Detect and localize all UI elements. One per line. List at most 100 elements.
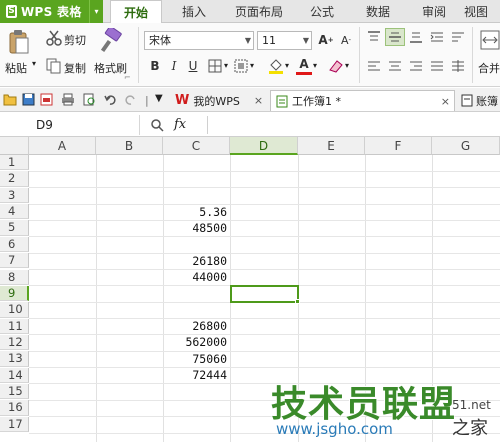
name-box[interactable]: D9	[0, 115, 140, 135]
print-icon[interactable]	[61, 93, 75, 106]
align-middle-icon[interactable]	[388, 31, 402, 43]
selected-cell-d9[interactable]	[230, 285, 299, 303]
merge-cells-icon[interactable]	[234, 59, 248, 73]
select-all-corner[interactable]	[0, 137, 29, 155]
cell-c14[interactable]: 72444	[163, 368, 230, 383]
tab-page-layout[interactable]: 页面布局	[224, 0, 294, 23]
format-painter-button[interactable]: 格式刷	[94, 60, 127, 76]
column-header-e[interactable]: E	[298, 137, 365, 155]
redo-icon[interactable]	[124, 93, 137, 106]
row-header[interactable]: 10	[0, 302, 29, 318]
row-header[interactable]: 16	[0, 400, 29, 416]
fill-color-dropdown-icon[interactable]: ▾	[285, 61, 289, 70]
cell-c7[interactable]: 26180	[163, 254, 230, 269]
merge-center-button[interactable]: 合并	[478, 60, 500, 76]
save-icon[interactable]	[22, 93, 35, 106]
row-header[interactable]: 1	[0, 155, 29, 171]
row-header[interactable]: 12	[0, 334, 29, 351]
insert-function-button[interactable]: fx	[174, 117, 186, 132]
cell-c4[interactable]: 5.36	[163, 205, 230, 220]
borders-dropdown-icon[interactable]: ▾	[224, 61, 228, 70]
zoom-search-icon[interactable]	[150, 118, 164, 132]
column-header-b[interactable]: B	[96, 137, 163, 155]
row-header[interactable]: 4	[0, 204, 29, 220]
column-header-c[interactable]: C	[163, 137, 230, 155]
underline-button[interactable]: U	[185, 58, 201, 74]
tab-insert[interactable]: 插入	[168, 0, 220, 23]
doc-tab-my-wps[interactable]: W 我的WPS ×	[172, 90, 268, 111]
fill-handle[interactable]	[295, 299, 300, 304]
fill-color-icon[interactable]	[268, 57, 284, 75]
align-left-icon[interactable]	[367, 60, 381, 72]
customize-dropdown-icon[interactable]: ▼	[155, 93, 163, 104]
copy-button[interactable]: 复制	[64, 60, 86, 76]
font-color-button[interactable]: A	[296, 56, 312, 72]
paste-icon[interactable]	[8, 29, 30, 55]
merge-cells-dropdown-icon[interactable]: ▾	[250, 61, 254, 70]
font-size-select[interactable]: 11 ▼	[257, 31, 312, 50]
align-center-icon[interactable]	[388, 60, 402, 72]
clear-format-dropdown-icon[interactable]: ▾	[345, 61, 349, 70]
align-right-icon[interactable]	[409, 60, 423, 72]
tab-view[interactable]: 视图	[464, 0, 500, 23]
row-header[interactable]: 17	[0, 416, 29, 432]
undo-icon[interactable]	[104, 93, 117, 106]
font-name-select[interactable]: 宋体 ▼	[144, 31, 254, 50]
indent-icon[interactable]	[430, 31, 444, 43]
shrink-font-button[interactable]: A-	[338, 32, 354, 48]
cell-c11[interactable]: 26800	[163, 319, 230, 334]
borders-icon[interactable]	[208, 59, 222, 73]
align-top-icon[interactable]	[367, 31, 381, 43]
row-header-selected[interactable]: 9	[0, 285, 29, 302]
row-header[interactable]: 15	[0, 383, 29, 400]
format-painter-icon[interactable]	[100, 28, 122, 54]
close-icon[interactable]: ×	[254, 94, 263, 107]
tab-data[interactable]: 数据	[352, 0, 404, 23]
grow-font-button[interactable]: A +	[318, 32, 334, 48]
app-menu-button[interactable]: S WPS 表格 ▾	[0, 0, 103, 23]
cell-c13[interactable]: 75060	[163, 352, 230, 367]
column-header-a[interactable]: A	[29, 137, 96, 155]
cell-c8[interactable]: 44000	[163, 270, 230, 285]
row-header[interactable]: 6	[0, 236, 29, 253]
distributed-icon[interactable]	[451, 60, 465, 72]
merge-center-icon[interactable]	[480, 29, 500, 53]
copy-icon[interactable]	[46, 58, 62, 74]
row-header[interactable]: 11	[0, 318, 29, 334]
cell-c5[interactable]: 48500	[163, 221, 230, 236]
row-header[interactable]: 2	[0, 171, 29, 187]
clear-format-icon[interactable]	[328, 58, 344, 74]
doc-tab-workbook1[interactable]: 工作簿1 * ×	[270, 90, 455, 111]
row-header[interactable]: 8	[0, 269, 29, 285]
column-header-f[interactable]: F	[365, 137, 432, 155]
align-bottom-icon[interactable]	[409, 31, 423, 43]
open-folder-icon[interactable]	[3, 93, 17, 106]
bold-button[interactable]: B	[147, 58, 163, 74]
cut-icon[interactable]	[46, 30, 62, 46]
row-header[interactable]: 13	[0, 351, 29, 367]
cell-c12[interactable]: 562000	[163, 335, 230, 350]
row-header[interactable]: 3	[0, 187, 29, 204]
close-icon[interactable]: ×	[441, 95, 450, 108]
clipboard-launcher-icon[interactable]: ⌐	[124, 73, 131, 82]
paste-button[interactable]: 粘贴	[5, 60, 27, 76]
row-header[interactable]: 14	[0, 367, 29, 383]
export-pdf-icon[interactable]	[40, 93, 53, 106]
tab-formula[interactable]: 公式	[296, 0, 348, 23]
doc-tab-ledger[interactable]: 账簿	[458, 90, 500, 111]
column-header-g[interactable]: G	[432, 137, 500, 155]
tab-review[interactable]: 审阅	[408, 0, 460, 23]
paste-dropdown-icon[interactable]: ▾	[32, 59, 36, 68]
cut-button[interactable]: 剪切	[64, 32, 86, 48]
row-header[interactable]: 7	[0, 253, 29, 269]
font-color-dropdown-icon[interactable]: ▾	[313, 61, 317, 70]
tab-home[interactable]: 开始	[110, 0, 162, 24]
column-header-d[interactable]: D	[230, 137, 298, 155]
justify-icon[interactable]	[430, 60, 444, 72]
formula-input[interactable]	[207, 116, 500, 134]
row-header[interactable]: 5	[0, 220, 29, 236]
wrap-text-icon[interactable]	[451, 31, 465, 43]
italic-button[interactable]: I	[166, 58, 182, 74]
app-menu-caret-icon[interactable]: ▾	[89, 0, 103, 23]
print-preview-icon[interactable]	[83, 93, 96, 106]
